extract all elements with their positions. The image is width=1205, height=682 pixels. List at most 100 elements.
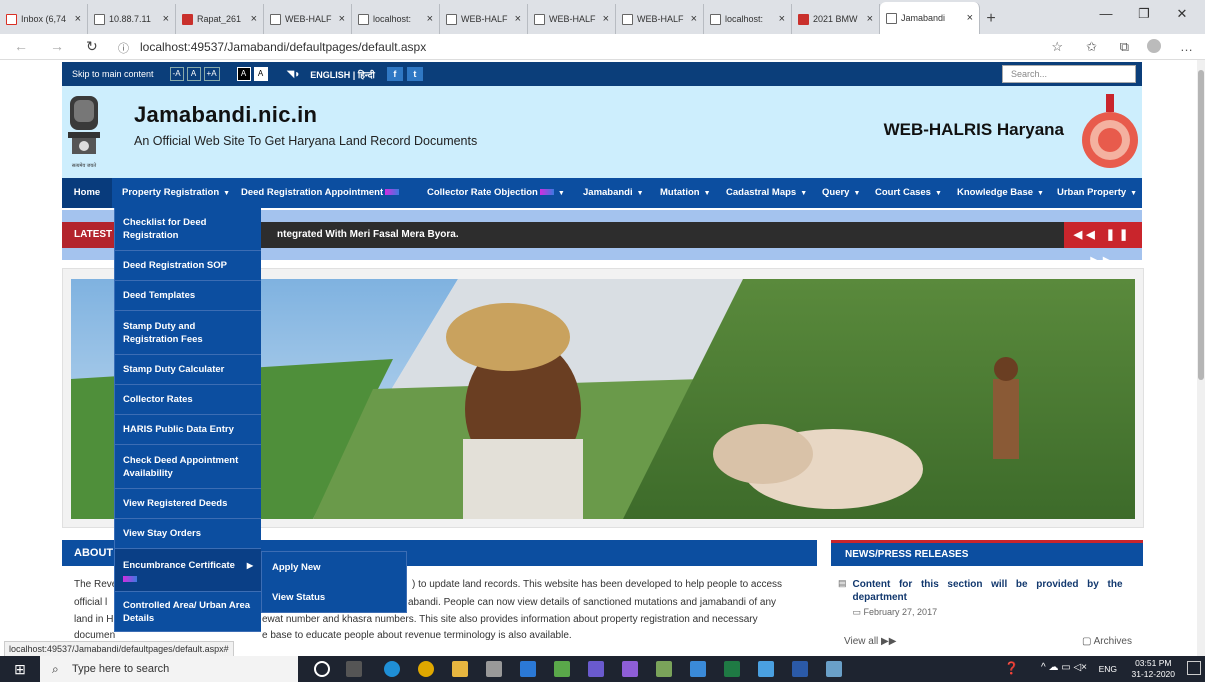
nav-urban-property[interactable]: Urban Property ▼	[1057, 187, 1137, 198]
nav-property-registration[interactable]: Property Registration ▼	[122, 187, 230, 198]
profile-avatar[interactable]	[1147, 39, 1161, 53]
font-increase-button[interactable]: +A	[203, 67, 220, 81]
news-item[interactable]: ▤ Content for this section will be provi…	[838, 578, 1138, 618]
browser-tab[interactable]: WEB-HALF ×	[528, 4, 616, 34]
browser-tab[interactable]: localhost: ×	[704, 4, 792, 34]
browser-tab[interactable]: WEB-HALF ×	[616, 4, 704, 34]
url-field[interactable]: localhost:49537/Jamabandi/defaultpages/d…	[140, 40, 426, 54]
font-normal-button[interactable]: A	[186, 67, 201, 81]
more-options-icon[interactable]: …	[1180, 39, 1193, 54]
menu-item-view-deeds[interactable]: View Registered Deeds	[115, 489, 261, 519]
close-tab-icon[interactable]: ×	[603, 13, 609, 25]
windows-start-icon[interactable]: ⊞	[0, 656, 40, 682]
nav-deed-registration-appointment[interactable]: Deed Registration Appointment	[241, 187, 400, 198]
menu-item-collector-rates[interactable]: Collector Rates	[115, 385, 261, 415]
menu-item-encumbrance[interactable]: Encumbrance Certificate ▶	[115, 549, 261, 592]
edge-icon[interactable]	[384, 661, 400, 677]
view-all-link[interactable]: View all ▶▶	[844, 636, 896, 647]
close-window-icon[interactable]: ✕	[1167, 6, 1197, 22]
file-explorer-icon[interactable]	[452, 661, 468, 677]
menu-item-stamp-duty-fees[interactable]: Stamp Duty and Registration Fees	[115, 311, 261, 355]
ticker-text[interactable]: ntegrated With Meri Fasal Mera Byora.	[277, 229, 459, 240]
submenu-apply-new[interactable]: Apply New	[262, 552, 406, 582]
visual-studio-icon[interactable]	[622, 661, 638, 677]
favorites-icon[interactable]: ✩	[1086, 39, 1097, 55]
nav-jamabandi[interactable]: Jamabandi ▼	[583, 187, 644, 198]
menu-item-controlled-area[interactable]: Controlled Area/ Urban Area Details	[115, 592, 261, 632]
browser-tab[interactable]: Rapat_261 ×	[176, 4, 264, 34]
nav-collector-rate-objection[interactable]: Collector Rate Objection ▼	[427, 187, 565, 198]
menu-item-stay-orders[interactable]: View Stay Orders	[115, 519, 261, 549]
browser-tab[interactable]: WEB-HALF ×	[264, 4, 352, 34]
nav-knowledge-base[interactable]: Knowledge Base ▼	[957, 187, 1044, 198]
nav-home[interactable]: Home	[62, 178, 112, 208]
archives-link[interactable]: ▢ Archives	[1082, 636, 1132, 647]
app-icon[interactable]	[656, 661, 672, 677]
browser-tab[interactable]: Jamabandi ×	[880, 2, 980, 34]
app-icon[interactable]	[826, 661, 842, 677]
close-tab-icon[interactable]: ×	[163, 13, 169, 25]
app-icon[interactable]	[554, 661, 570, 677]
close-tab-icon[interactable]: ×	[867, 13, 873, 25]
facebook-icon[interactable]: f	[386, 67, 403, 81]
back-icon[interactable]: ←	[14, 38, 28, 54]
forward-icon[interactable]: →	[50, 38, 64, 54]
mail-icon[interactable]	[520, 661, 536, 677]
menu-item-stamp-calculator[interactable]: Stamp Duty Calculater	[115, 355, 261, 385]
font-decrease-button[interactable]: -A	[169, 67, 184, 81]
notification-icon[interactable]	[1187, 661, 1201, 675]
nav-cadastral-maps[interactable]: Cadastral Maps ▼	[726, 187, 807, 198]
help-icon[interactable]: ❓	[1004, 661, 1019, 675]
high-contrast-button[interactable]: A	[236, 67, 251, 81]
taskbar-search-input[interactable]: ⌕ Type here to search	[40, 656, 298, 682]
cortana-icon[interactable]	[314, 661, 330, 677]
favorite-star-icon[interactable]: ☆	[1051, 39, 1063, 55]
nav-query[interactable]: Query ▼	[822, 187, 860, 198]
language-indicator[interactable]: ENG	[1099, 664, 1117, 674]
twitter-icon[interactable]: t	[406, 67, 423, 81]
submenu-view-status[interactable]: View Status	[262, 582, 406, 612]
collections-icon[interactable]: ⧉	[1120, 39, 1129, 55]
system-tray-icons[interactable]: ^ ☁ ▭ ◁×	[1041, 662, 1087, 673]
app-icon[interactable]	[588, 661, 604, 677]
nav-mutation[interactable]: Mutation ▼	[660, 187, 711, 198]
menu-item-checklist[interactable]: Checklist for Deed Registration	[115, 208, 261, 251]
chrome-icon[interactable]	[418, 661, 434, 677]
new-tab-button[interactable]: +	[980, 4, 1002, 34]
menu-item-deed-templates[interactable]: Deed Templates	[115, 281, 261, 311]
browser-tab[interactable]: Inbox (6,74 ×	[0, 4, 88, 34]
browser-tab[interactable]: 10.88.7.11 ×	[88, 4, 176, 34]
skip-to-content-link[interactable]: Skip to main content	[72, 69, 154, 79]
task-view-icon[interactable]	[346, 661, 362, 677]
close-tab-icon[interactable]: ×	[427, 13, 433, 25]
browser-tab[interactable]: 2021 BMW ×	[792, 4, 880, 34]
word-icon[interactable]	[792, 661, 808, 677]
close-tab-icon[interactable]: ×	[515, 13, 521, 25]
excel-icon[interactable]	[724, 661, 740, 677]
menu-item-deed-sop[interactable]: Deed Registration SOP	[115, 251, 261, 281]
refresh-icon[interactable]: ↻	[86, 38, 98, 55]
close-tab-icon[interactable]: ×	[967, 12, 973, 24]
app-icon[interactable]	[758, 661, 774, 677]
minimize-icon[interactable]: —	[1091, 6, 1121, 21]
close-tab-icon[interactable]: ×	[691, 13, 697, 25]
restore-icon[interactable]: ❐	[1129, 6, 1159, 22]
screen-reader-icon[interactable]: ◥◗	[287, 69, 301, 80]
menu-item-check-appointment[interactable]: Check Deed Appointment Availability	[115, 445, 261, 489]
normal-contrast-button[interactable]: A	[253, 67, 268, 81]
menu-item-haris-entry[interactable]: HARIS Public Data Entry	[115, 415, 261, 445]
store-icon[interactable]	[486, 661, 502, 677]
scrollbar-thumb[interactable]	[1198, 70, 1204, 380]
app-icon[interactable]	[690, 661, 706, 677]
browser-tab[interactable]: WEB-HALF ×	[440, 4, 528, 34]
language-switch[interactable]: ENGLISH | हिन्दी	[310, 68, 375, 81]
search-input[interactable]: Search...	[1002, 65, 1136, 83]
close-tab-icon[interactable]: ×	[75, 13, 81, 25]
system-clock[interactable]: 03:51 PM 31-12-2020	[1132, 658, 1175, 680]
nav-court-cases[interactable]: Court Cases ▼	[875, 187, 942, 198]
close-tab-icon[interactable]: ×	[339, 13, 345, 25]
info-icon[interactable]: ⓘ	[118, 40, 129, 56]
ticker-controls[interactable]: ◀◀ ❚❚ ▶▶	[1064, 222, 1142, 267]
browser-tab[interactable]: localhost: ×	[352, 4, 440, 34]
close-tab-icon[interactable]: ×	[251, 13, 257, 25]
